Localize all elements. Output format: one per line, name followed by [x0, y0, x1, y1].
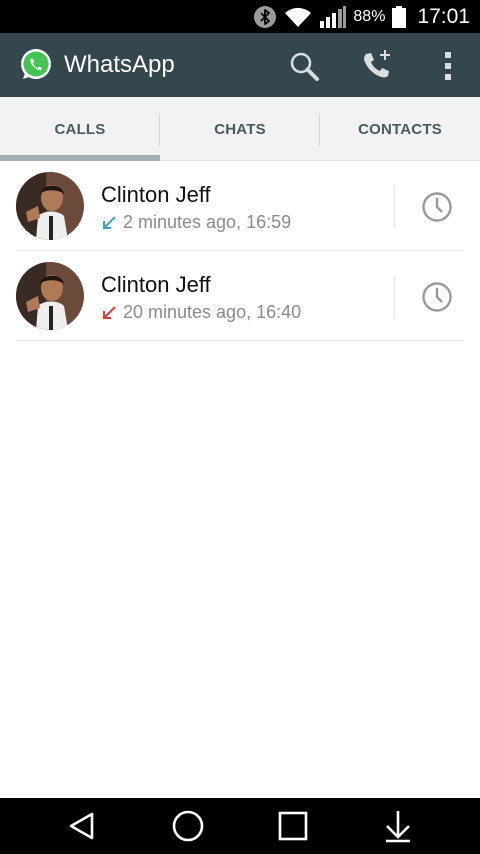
- status-bar: 88% 17:01: [0, 0, 480, 33]
- call-timestamp: 2 minutes ago, 16:59: [123, 212, 292, 232]
- whatsapp-logo-icon: [18, 47, 54, 83]
- back-icon: [69, 812, 94, 840]
- bluetooth-icon: [253, 5, 277, 29]
- avatar[interactable]: [16, 172, 84, 240]
- incoming-call-arrow-icon: [103, 215, 116, 229]
- status-icons: 88% 17:01: [253, 0, 470, 33]
- new-call-icon: [364, 50, 390, 78]
- notification-drawer-button[interactable]: [376, 806, 420, 846]
- search-icon: [290, 52, 319, 81]
- battery-icon: [391, 5, 407, 29]
- avatar[interactable]: [16, 262, 84, 330]
- action-bar: WhatsApp: [0, 33, 480, 97]
- missed-call-arrow-icon: [103, 305, 116, 319]
- wifi-icon: [283, 5, 313, 29]
- app-title: WhatsApp: [64, 51, 175, 78]
- row-divider: [394, 275, 395, 319]
- call-history-button[interactable]: [418, 188, 456, 226]
- overflow-menu-icon: [445, 52, 451, 80]
- call-list: Clinton Jeff 2 minutes ago, 16:59 Clinto…: [0, 161, 480, 341]
- signal-icon: [319, 5, 347, 29]
- search-button[interactable]: [281, 43, 327, 89]
- tab-chats[interactable]: CHATS: [160, 97, 320, 161]
- contact-name: Clinton Jeff: [101, 182, 211, 207]
- row-divider: [394, 185, 395, 229]
- new-call-button[interactable]: [354, 43, 400, 89]
- call-timestamp: 20 minutes ago, 16:40: [123, 302, 302, 322]
- call-row[interactable]: Clinton Jeff 2 minutes ago, 16:59: [0, 161, 480, 251]
- navigation-bar: [0, 798, 480, 854]
- clock-icon: [422, 192, 452, 222]
- list-divider: [16, 340, 464, 341]
- tab-calls[interactable]: CALLS: [0, 97, 160, 161]
- overflow-menu-button[interactable]: [425, 43, 471, 89]
- status-time: 17:01: [417, 4, 470, 28]
- call-history-button[interactable]: [418, 278, 456, 316]
- battery-percent: 88%: [353, 7, 386, 25]
- back-button[interactable]: [60, 806, 104, 846]
- call-row[interactable]: Clinton Jeff 20 minutes ago, 16:40: [0, 251, 480, 341]
- tab-contacts[interactable]: CONTACTS: [320, 97, 480, 161]
- contact-name: Clinton Jeff: [101, 272, 211, 297]
- clock-icon: [422, 282, 452, 312]
- recents-button[interactable]: [271, 806, 315, 846]
- recents-icon: [278, 811, 308, 841]
- home-icon: [172, 810, 204, 842]
- call-info: 20 minutes ago, 16:40: [101, 302, 301, 323]
- home-button[interactable]: [166, 806, 210, 846]
- notification-drawer-icon: [386, 811, 410, 843]
- call-info: 2 minutes ago, 16:59: [101, 212, 291, 233]
- tab-bar: CALLS CHATS CONTACTS: [0, 97, 480, 161]
